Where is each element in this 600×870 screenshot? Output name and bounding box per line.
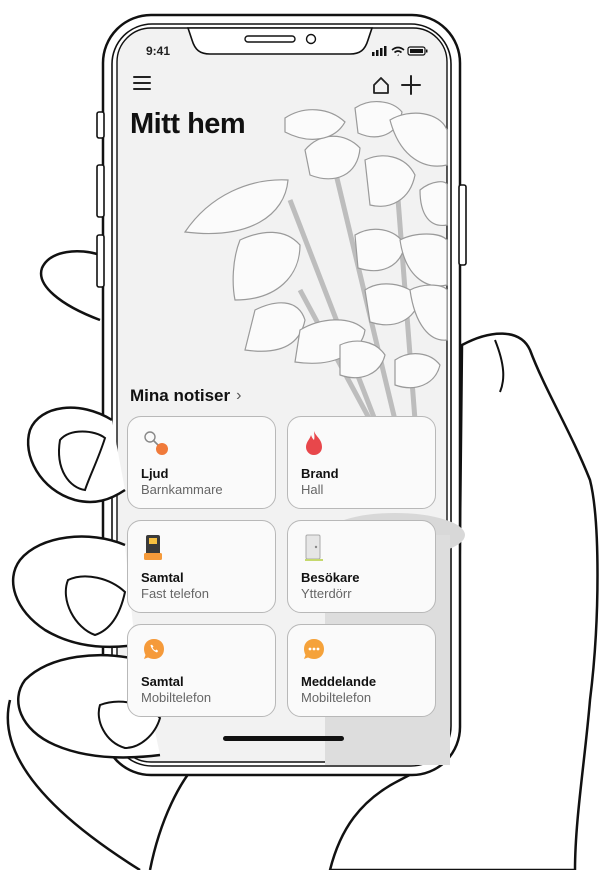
home-indicator[interactable] <box>223 736 344 741</box>
card-subtitle: Mobiltelefon <box>301 690 372 705</box>
status-icons <box>372 46 428 57</box>
index-finger <box>39 250 101 322</box>
plus-icon[interactable] <box>400 74 422 96</box>
card-title: Brand <box>301 466 339 481</box>
card-title: Samtal <box>141 674 184 689</box>
phone-bubble-icon <box>144 639 164 659</box>
card-subtitle: Fast telefon <box>141 586 209 601</box>
signal-icon <box>372 46 387 56</box>
status-time: 9:41 <box>146 44 171 58</box>
card-title: Besökare <box>301 570 360 585</box>
notification-card-visitor[interactable]: Besökare Ytterdörr <box>287 520 436 613</box>
card-subtitle: Ytterdörr <box>301 586 352 601</box>
notification-card-mobile-call[interactable]: Samtal Mobiltelefon <box>127 624 276 717</box>
hamburger-icon[interactable] <box>132 74 154 92</box>
flame-icon <box>306 431 322 455</box>
section-title: Mina notiser <box>130 386 231 405</box>
wifi-icon <box>391 46 405 57</box>
page-title: Mitt hem <box>130 108 246 140</box>
card-subtitle: Barnkammare <box>141 482 223 497</box>
card-title: Samtal <box>141 570 184 585</box>
notifications-section-link[interactable]: Mina notiser › <box>130 386 241 406</box>
notification-card-fire[interactable]: Brand Hall <box>287 416 436 509</box>
baby-rattle-icon <box>144 431 168 455</box>
battery-icon <box>407 46 428 56</box>
message-bubble-icon <box>304 639 324 659</box>
chevron-right-icon: › <box>236 387 242 404</box>
home-icon[interactable] <box>371 75 393 95</box>
door-icon <box>305 534 323 561</box>
card-title: Ljud <box>141 466 169 481</box>
notification-card-sound[interactable]: Ljud Barnkammare <box>127 416 276 509</box>
desk-phone-icon <box>144 535 162 560</box>
notification-card-landline[interactable]: Samtal Fast telefon <box>127 520 276 613</box>
notification-card-message[interactable]: Meddelande Mobiltelefon <box>287 624 436 717</box>
card-subtitle: Hall <box>301 482 324 497</box>
card-title: Meddelande <box>301 674 377 689</box>
card-subtitle: Mobiltelefon <box>141 690 212 705</box>
